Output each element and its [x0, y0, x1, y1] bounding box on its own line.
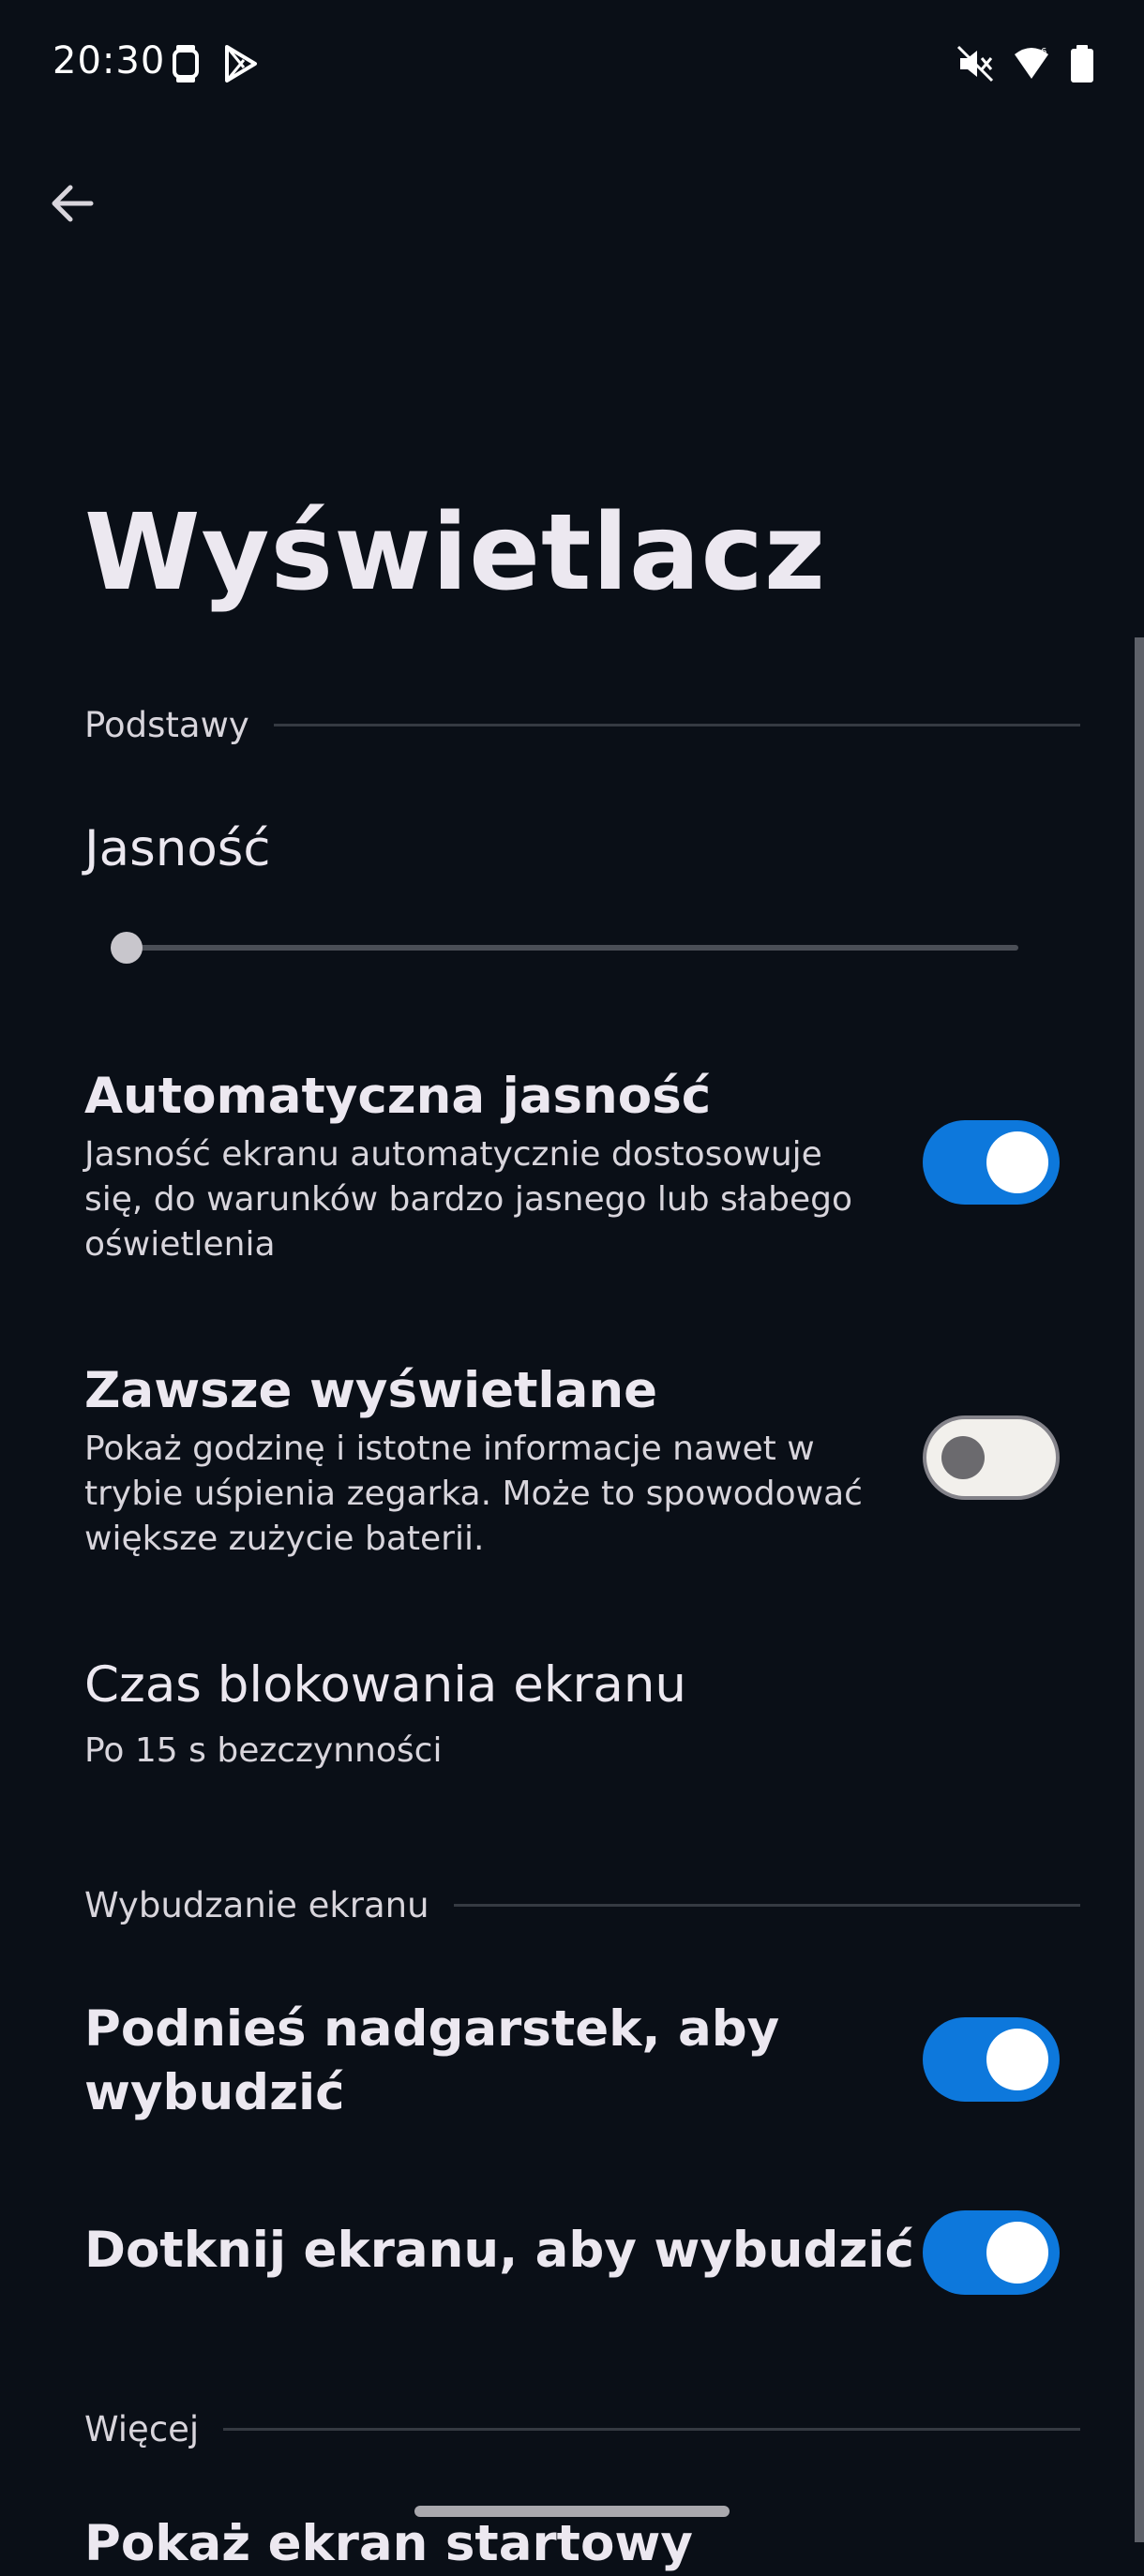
always-on-toggle[interactable]	[923, 1415, 1060, 1500]
section-header-basics: Podstawy	[84, 696, 1080, 753]
page-title: Wyświetlacz	[84, 492, 827, 614]
auto-brightness-title: Automatyczna jasność	[84, 1068, 712, 1125]
tap-to-wake-title: Dotknij ekranu, aby wybudzić	[84, 2222, 914, 2279]
watch-icon	[173, 45, 199, 82]
mute-icon	[956, 45, 994, 82]
raise-to-wake-title: Podnieś nadgarstek, aby wybudzić	[84, 2000, 780, 2121]
always-on-title: Zawsze wyświetlane	[84, 1362, 658, 1419]
show-home-screen-title[interactable]: Pokaż ekran startowy	[84, 2512, 693, 2576]
toggle-knob	[986, 1131, 1048, 1193]
battery-icon	[1071, 45, 1093, 82]
section-header-more: Więcej	[84, 2401, 1080, 2457]
tap-to-wake-toggle[interactable]	[923, 2210, 1060, 2295]
section-header-wake: Wybudzanie ekranu	[84, 1877, 1080, 1933]
toggle-knob	[986, 2029, 1048, 2090]
svg-text:6: 6	[1041, 47, 1046, 57]
brightness-slider-track[interactable]	[128, 945, 1018, 951]
brightness-title: Jasność	[84, 820, 271, 877]
section-label-wake: Wybudzanie ekranu	[84, 1884, 429, 1925]
section-divider	[273, 723, 1080, 726]
always-on-description: Pokaż godzinę i istotne informacje nawet…	[84, 1430, 863, 1558]
status-bar: 20:30 6	[0, 0, 1144, 131]
auto-brightness-toggle[interactable]	[923, 1120, 1060, 1205]
raise-to-wake-toggle[interactable]	[923, 2017, 1060, 2102]
section-divider	[453, 1903, 1080, 1907]
wifi-icon: 6	[1015, 47, 1048, 79]
gesture-navigation-bar[interactable]	[414, 2506, 730, 2517]
auto-brightness-description: Jasność ekranu automatycznie dostosowuje…	[84, 1135, 852, 1264]
section-label-basics: Podstawy	[84, 704, 249, 745]
arrow-left-icon	[52, 185, 94, 222]
brightness-slider-thumb[interactable]	[111, 932, 143, 964]
screen-timeout-value: Po 15 s bezczynności	[84, 1731, 443, 1770]
play-store-icon	[225, 45, 257, 82]
back-button[interactable]	[38, 169, 107, 238]
section-divider	[223, 2427, 1080, 2431]
screen-timeout-title: Czas blokowania ekranu	[84, 1656, 687, 1714]
toggle-knob	[941, 1436, 985, 1479]
section-label-more: Więcej	[84, 2408, 200, 2449]
scrollbar[interactable]	[1135, 637, 1144, 2542]
status-time: 20:30	[53, 39, 166, 82]
toggle-knob	[986, 2222, 1048, 2284]
